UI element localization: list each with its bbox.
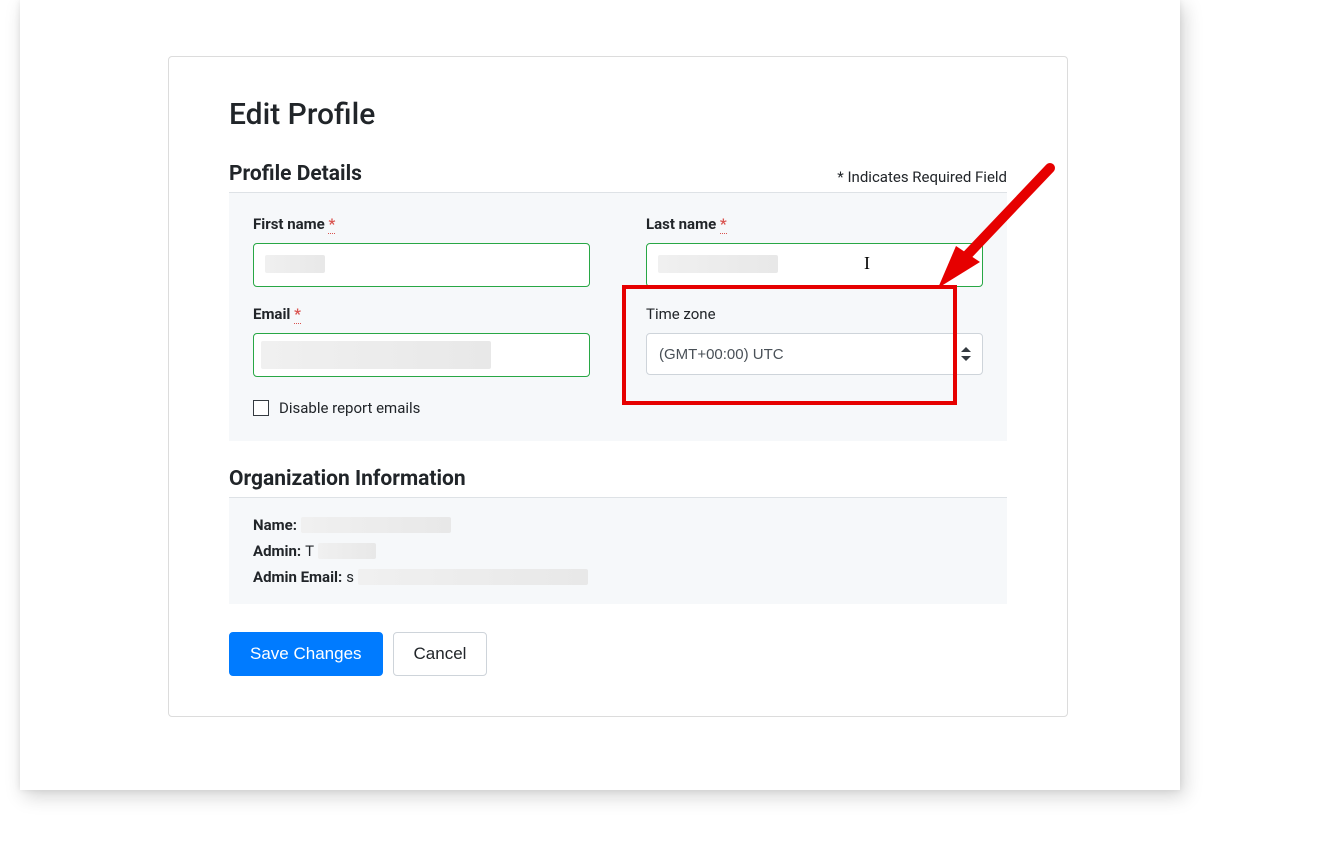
profile-details-title: Profile Details bbox=[229, 162, 362, 186]
org-admin-email-value: s bbox=[346, 568, 354, 586]
page-container: Edit Profile Profile Details * Indicates… bbox=[20, 0, 1180, 790]
email-label-text: Email bbox=[253, 305, 290, 323]
email-timezone-row: Email * Time zone (GMT+00:00) UTC bbox=[253, 305, 983, 377]
required-asterisk-icon: * bbox=[328, 215, 335, 234]
cancel-button[interactable]: Cancel bbox=[393, 632, 488, 676]
org-admin-value: T bbox=[305, 542, 314, 560]
required-asterisk-icon: * bbox=[720, 215, 727, 234]
disable-report-emails-row: Disable report emails bbox=[253, 399, 983, 417]
first-name-label: First name * bbox=[253, 215, 590, 233]
email-label: Email * bbox=[253, 305, 590, 323]
organization-info-panel: Name: Admin: T Admin Email: s bbox=[229, 498, 1007, 604]
first-name-group: First name * bbox=[253, 215, 590, 287]
save-button[interactable]: Save Changes bbox=[229, 632, 383, 676]
org-admin-row: Admin: T bbox=[253, 542, 983, 560]
last-name-label-text: Last name bbox=[646, 215, 716, 233]
organization-info-title: Organization Information bbox=[229, 467, 1007, 498]
disable-report-emails-label: Disable report emails bbox=[279, 399, 420, 417]
disable-report-emails-checkbox[interactable] bbox=[253, 400, 269, 416]
timezone-select[interactable]: (GMT+00:00) UTC bbox=[646, 333, 983, 375]
required-field-note: * Indicates Required Field bbox=[837, 168, 1007, 186]
org-name-row: Name: bbox=[253, 516, 983, 534]
redacted-overlay bbox=[301, 517, 451, 533]
org-admin-label: Admin: bbox=[253, 542, 301, 560]
form-actions: Save Changes Cancel bbox=[229, 632, 1007, 676]
page-title: Edit Profile bbox=[229, 97, 1007, 132]
profile-details-panel: First name * Last name * bbox=[229, 193, 1007, 441]
timezone-group: Time zone (GMT+00:00) UTC bbox=[646, 305, 983, 377]
org-admin-email-label: Admin Email: bbox=[253, 568, 342, 586]
name-row: First name * Last name * bbox=[253, 215, 983, 287]
redacted-overlay bbox=[318, 543, 376, 559]
edit-profile-card: Edit Profile Profile Details * Indicates… bbox=[168, 56, 1068, 717]
email-input[interactable] bbox=[253, 333, 590, 377]
last-name-input[interactable] bbox=[646, 243, 983, 287]
first-name-input[interactable] bbox=[253, 243, 590, 287]
required-asterisk-icon: * bbox=[294, 305, 301, 324]
first-name-label-text: First name bbox=[253, 215, 325, 233]
last-name-group: Last name * I bbox=[646, 215, 983, 287]
org-name-label: Name: bbox=[253, 516, 297, 534]
timezone-select-wrap: (GMT+00:00) UTC bbox=[646, 333, 983, 375]
timezone-label: Time zone bbox=[646, 305, 983, 323]
redacted-overlay bbox=[358, 569, 588, 585]
org-admin-email-row: Admin Email: s bbox=[253, 568, 983, 586]
profile-details-header: Profile Details * Indicates Required Fie… bbox=[229, 162, 1007, 193]
email-group: Email * bbox=[253, 305, 590, 377]
last-name-label: Last name * bbox=[646, 215, 983, 233]
